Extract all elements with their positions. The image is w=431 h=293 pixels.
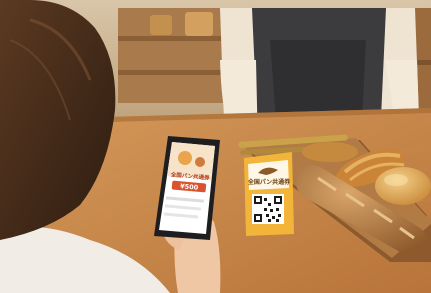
photo-scene: 全国パン共通券 全国パン共通券 ¥500 (0, 0, 431, 293)
stand-sign-title: 全国パン共通券 (247, 178, 291, 186)
qr-code-stand: 全国パン共通券 (244, 152, 294, 236)
phone-voucher-amount: ¥500 (180, 182, 199, 192)
round-bread (375, 167, 431, 205)
